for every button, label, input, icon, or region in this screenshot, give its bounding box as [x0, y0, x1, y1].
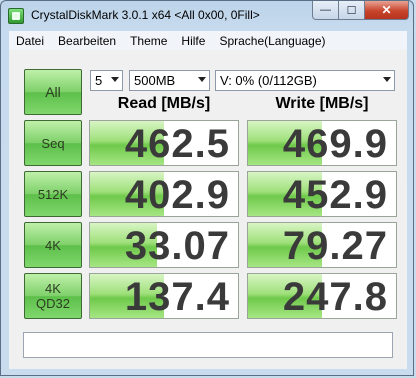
4k-qd32-read-value: 137.4	[124, 275, 230, 319]
seq-button[interactable]: Seq	[24, 120, 82, 166]
512k-read-value: 402.9	[124, 173, 230, 217]
4k-read-result: 33.07	[89, 222, 239, 268]
seq-write-value: 469.9	[282, 122, 388, 166]
4k-qd32-label-line1: 4K	[45, 281, 61, 296]
4k-qd32-label-line2: QD32	[36, 296, 70, 311]
4k-qd32-write-result: 247.8	[247, 273, 397, 319]
menu-bearbeiten[interactable]: Bearbeiten	[51, 34, 123, 48]
app-icon	[8, 8, 24, 24]
drive-value: V: 0% (0/112GB)	[220, 73, 317, 88]
4k-button[interactable]: 4K	[24, 222, 82, 268]
512k-write-result: 452.9	[247, 171, 397, 217]
chevron-down-icon	[383, 77, 391, 82]
window-controls: — ☐ ✕	[312, 1, 409, 21]
menu-datei[interactable]: Datei	[9, 34, 51, 48]
4k-write-value: 79.27	[282, 224, 388, 268]
4k-qd32-write-value: 247.8	[282, 275, 388, 319]
write-header: Write [MB/s]	[275, 95, 369, 112]
minimize-button[interactable]: —	[312, 1, 339, 20]
seq-button-label: Seq	[41, 135, 65, 151]
seq-read-value: 462.5	[124, 122, 230, 166]
menu-theme[interactable]: Theme	[123, 34, 174, 48]
menu-sprache[interactable]: Sprache(Language)	[212, 34, 332, 48]
read-header: Read [MB/s]	[117, 95, 211, 112]
main-panel: All 5 500MB V: 0% (0/112GB) Read [MB/s] …	[9, 50, 407, 369]
seq-write-result: 469.9	[247, 120, 397, 166]
test-size-select[interactable]: 500MB	[129, 70, 210, 91]
test-size-value: 500MB	[134, 73, 176, 88]
4k-write-result: 79.27	[247, 222, 397, 268]
512k-button[interactable]: 512K	[24, 171, 82, 217]
4k-button-label: 4K	[45, 237, 61, 253]
window-title: CrystalDiskMark 3.0.1 x64 <All 0x00, 0Fi…	[31, 8, 260, 22]
all-button[interactable]: All	[24, 69, 82, 115]
4k-read-value: 33.07	[124, 224, 230, 268]
title-bar[interactable]: CrystalDiskMark 3.0.1 x64 <All 0x00, 0Fi…	[1, 1, 413, 31]
512k-button-label: 512K	[37, 186, 69, 202]
4k-qd32-read-result: 137.4	[89, 273, 239, 319]
app-window: CrystalDiskMark 3.0.1 x64 <All 0x00, 0Fi…	[0, 0, 414, 376]
4k-qd32-button[interactable]: 4K QD32	[24, 273, 82, 319]
seq-read-result: 462.5	[89, 120, 239, 166]
menu-hilfe[interactable]: Hilfe	[174, 34, 212, 48]
close-button[interactable]: ✕	[365, 1, 409, 20]
drive-select[interactable]: V: 0% (0/112GB)	[215, 70, 395, 91]
menu-bar: Datei Bearbeiten Theme Hilfe Sprache(Lan…	[9, 31, 407, 51]
test-count-value: 5	[95, 73, 103, 88]
chevron-down-icon	[198, 77, 206, 82]
512k-write-value: 452.9	[282, 173, 388, 217]
512k-read-result: 402.9	[89, 171, 239, 217]
status-field	[23, 332, 393, 358]
chevron-down-icon	[111, 77, 119, 82]
maximize-button[interactable]: ☐	[339, 1, 365, 20]
test-count-select[interactable]: 5	[90, 70, 123, 91]
all-button-label: All	[45, 83, 61, 100]
